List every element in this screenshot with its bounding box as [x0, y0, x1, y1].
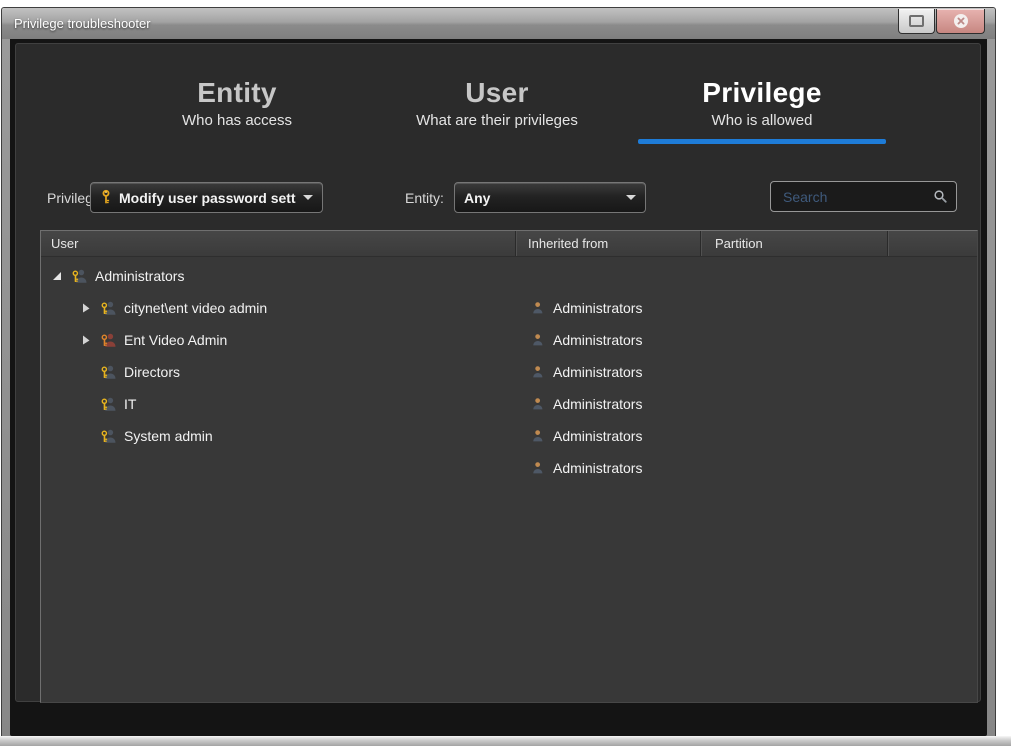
tree-expander-icon[interactable] — [80, 335, 92, 345]
tab-user[interactable]: User What are their privileges — [357, 77, 637, 129]
table-row[interactable]: citynet\ent video admin Administrators — [41, 292, 977, 324]
user-cell: citynet\ent video admin — [41, 292, 515, 324]
tab-user-subtitle: What are their privileges — [357, 112, 637, 129]
partition-cell — [700, 324, 887, 356]
table-row[interactable]: Administrators — [41, 452, 977, 484]
search-icon[interactable] — [933, 189, 948, 204]
column-header-partition[interactable]: Partition — [700, 231, 887, 256]
dialog-content: Entity Who has access User What are thei… — [15, 43, 981, 702]
inherited-group-icon — [531, 397, 545, 411]
partition-cell — [700, 420, 887, 452]
tab-privilege[interactable]: Privilege Who is allowed — [622, 77, 902, 129]
window-titlebar[interactable]: Privilege troubleshooter — [2, 8, 995, 39]
inherited-from-cell — [515, 260, 700, 292]
maximize-button[interactable] — [898, 9, 935, 34]
partition-cell — [700, 452, 887, 484]
column-header-extra — [887, 231, 977, 256]
partition-cell — [700, 356, 887, 388]
search-box — [770, 181, 957, 212]
inherited-group-icon — [531, 301, 545, 315]
active-tab-underline — [638, 139, 886, 144]
user-cell: Administrators — [41, 260, 515, 292]
maximize-icon — [909, 15, 924, 27]
tab-user-title: User — [357, 77, 637, 109]
inherited-from-cell: Administrators — [515, 324, 700, 356]
close-icon — [953, 13, 969, 29]
tab-entity[interactable]: Entity Who has access — [97, 77, 377, 129]
user-name: Administrators — [95, 268, 184, 284]
inherited-from-cell: Administrators — [515, 452, 700, 484]
user-cell: IT — [41, 388, 515, 420]
privilege-dropdown[interactable]: Modify user password settings — [90, 182, 323, 213]
tab-privilege-title: Privilege — [622, 77, 902, 109]
partition-cell — [700, 388, 887, 420]
inherited-from-name: Administrators — [553, 428, 642, 444]
inherited-from-cell: Administrators — [515, 292, 700, 324]
inherited-group-icon — [531, 333, 545, 347]
inherited-from-name: Administrators — [553, 364, 642, 380]
table-row[interactable]: System admin Administrators — [41, 420, 977, 452]
dialog-body: Entity Who has access User What are thei… — [10, 39, 987, 736]
inherited-from-name: Administrators — [553, 396, 642, 412]
inherited-from-cell: Administrators — [515, 356, 700, 388]
results-table: User Inherited from Partition Administra… — [40, 230, 978, 703]
tab-privilege-subtitle: Who is allowed — [622, 112, 902, 129]
user-cell: System admin — [41, 420, 515, 452]
tab-entity-subtitle: Who has access — [97, 112, 377, 129]
user-cell — [41, 452, 515, 484]
partition-cell — [700, 292, 887, 324]
chevron-down-icon — [626, 195, 636, 200]
entity-filter-label: Entity: — [405, 190, 444, 206]
table-header: User Inherited from Partition — [41, 231, 977, 257]
inherited-from-name: Administrators — [553, 460, 642, 476]
user-group-icon — [100, 428, 117, 445]
tab-entity-title: Entity — [97, 77, 377, 109]
inherited-group-icon — [531, 365, 545, 379]
user-name: Ent Video Admin — [124, 332, 227, 348]
inherited-from-name: Administrators — [553, 300, 642, 316]
user-group-icon — [100, 396, 117, 413]
chevron-down-icon — [303, 195, 313, 200]
table-row[interactable]: Ent Video Admin Administrators — [41, 324, 977, 356]
table-rows: Administrators citynet\ent video admin A… — [41, 257, 977, 702]
inherited-group-icon — [531, 461, 545, 475]
search-input[interactable] — [781, 188, 933, 206]
table-row[interactable]: IT Administrators — [41, 388, 977, 420]
user-cell: Directors — [41, 356, 515, 388]
column-header-user[interactable]: User — [41, 231, 515, 256]
window-frame: Privilege troubleshooter Entity Who has … — [1, 7, 996, 739]
column-header-inherited[interactable]: Inherited from — [515, 231, 700, 256]
user-cell: Ent Video Admin — [41, 324, 515, 356]
table-row[interactable]: Administrators — [41, 260, 977, 292]
user-name: citynet\ent video admin — [124, 300, 267, 316]
user-name: Directors — [124, 364, 180, 380]
user-name: IT — [124, 396, 136, 412]
user-group-icon — [71, 268, 88, 285]
inherited-from-name: Administrators — [553, 332, 642, 348]
tree-expander-icon[interactable] — [51, 271, 63, 281]
inherited-group-icon — [531, 429, 545, 443]
partition-cell — [700, 260, 887, 292]
privilege-dropdown-value: Modify user password settings — [119, 190, 296, 206]
inherited-from-cell: Administrators — [515, 388, 700, 420]
user-name: System admin — [124, 428, 213, 444]
tree-expander-icon[interactable] — [80, 303, 92, 313]
user-group-icon — [100, 300, 117, 317]
table-row[interactable]: Directors Administrators — [41, 356, 977, 388]
entity-dropdown[interactable]: Any — [454, 182, 646, 213]
window-title: Privilege troubleshooter — [14, 16, 151, 31]
user-group-red-icon — [100, 332, 117, 349]
privilege-key-icon — [100, 189, 112, 206]
user-group-icon — [100, 364, 117, 381]
entity-dropdown-value: Any — [464, 190, 619, 206]
inherited-from-cell: Administrators — [515, 420, 700, 452]
close-button[interactable] — [936, 9, 985, 34]
